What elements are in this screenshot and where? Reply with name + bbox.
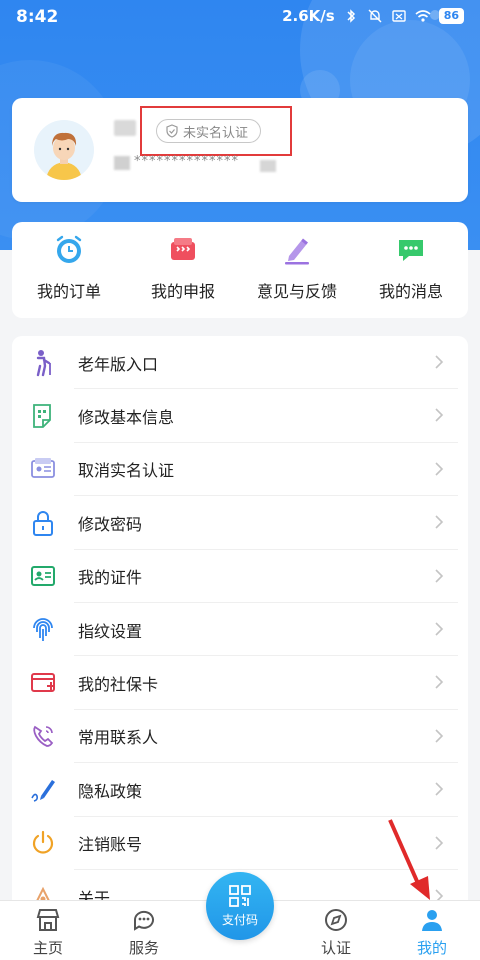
chevron-right-icon	[435, 675, 444, 689]
status-time: 8:42	[16, 7, 59, 27]
tab-label: 我的	[416, 939, 447, 957]
power-icon	[32, 831, 54, 854]
user-name-redacted	[114, 120, 136, 136]
id-card-icon	[31, 458, 55, 479]
tab-authentication[interactable]: 认证	[288, 901, 384, 960]
tab-home[interactable]: 主页	[0, 901, 96, 960]
menu-item-label: 修改密码	[78, 514, 143, 534]
id-number-masked: **************	[134, 154, 239, 169]
menu-item-label: 修改基本信息	[78, 408, 175, 428]
mute-icon	[368, 9, 382, 23]
menu-item-label: 指纹设置	[78, 621, 143, 641]
chevron-right-icon	[435, 729, 444, 743]
menu-item-label: 取消实名认证	[78, 461, 175, 481]
fingerprint-icon	[33, 617, 53, 641]
chat-icon	[399, 240, 423, 261]
id-prefix-redacted	[114, 156, 130, 170]
quick-item-label: 我的订单	[36, 282, 101, 301]
menu-item-label: 老年版入口	[78, 354, 159, 374]
menu-item-elderly-mode[interactable]: 老年版入口	[12, 336, 468, 390]
pay-code-button[interactable]: 支付码	[206, 872, 274, 940]
menu-item-social-security-card[interactable]: 我的社保卡	[12, 656, 468, 711]
menu-item-label: 注销账号	[78, 835, 143, 855]
status-bar: 8:42 2.6K/s 86	[0, 0, 480, 34]
menu-item-privacy-policy[interactable]: 隐私政策	[12, 763, 468, 817]
tab-label: 服务	[128, 939, 159, 957]
pencil-icon	[285, 238, 309, 265]
chevron-right-icon	[435, 568, 444, 583]
quick-actions: 我的订单 我的申报 意见与反馈 我的消息	[12, 222, 468, 318]
quick-item-feedback[interactable]: 意见与反馈	[240, 222, 354, 318]
pay-code-label: 支付码	[221, 913, 258, 927]
clock-icon	[56, 235, 82, 263]
menu-item-change-password[interactable]: 修改密码	[12, 496, 468, 550]
chevron-right-icon	[435, 782, 444, 796]
privacy-pen-icon	[31, 779, 55, 802]
quick-item-label: 我的申报	[150, 282, 215, 301]
chevron-right-icon	[435, 408, 444, 422]
profile-card[interactable]: 未实名认证 **************	[12, 98, 468, 202]
lock-icon	[33, 510, 53, 536]
menu-item-label: 我的证件	[78, 568, 143, 588]
menu-item-label: 我的社保卡	[78, 675, 159, 695]
tab-mine[interactable]: 我的	[384, 901, 480, 960]
menu-item-contacts[interactable]: 常用联系人	[12, 710, 468, 764]
edit-info-icon	[33, 404, 51, 428]
tab-services[interactable]: 服务	[96, 901, 192, 960]
service-icon	[133, 910, 154, 931]
quick-item-messages[interactable]: 我的消息	[354, 222, 468, 318]
avatar[interactable]	[34, 120, 94, 180]
quick-item-orders[interactable]: 我的订单	[12, 222, 126, 318]
tab-label: 认证	[320, 939, 351, 957]
user-avatar-illustration	[34, 120, 94, 180]
menu-item-edit-info[interactable]: 修改基本信息	[12, 389, 468, 444]
chevron-right-icon	[435, 355, 444, 369]
menu-item-label: 隐私政策	[78, 781, 143, 801]
quick-item-label: 我的消息	[378, 282, 443, 301]
quick-item-label: 意见与反馈	[256, 282, 337, 301]
id-suffix-redacted	[260, 160, 276, 172]
compass-icon	[325, 909, 347, 931]
menu-item-cancel-verification[interactable]: 取消实名认证	[12, 443, 468, 497]
tab-label: 主页	[32, 939, 63, 957]
annotation-arrow	[388, 819, 430, 900]
home-icon	[36, 909, 60, 931]
qr-code-icon	[229, 885, 251, 907]
certificate-icon	[31, 566, 55, 587]
wifi-icon	[415, 10, 431, 22]
phone-icon	[33, 726, 54, 748]
menu-item-fingerprint[interactable]: 指纹设置	[12, 603, 468, 657]
bluetooth-icon	[347, 9, 355, 23]
elderly-icon	[36, 349, 51, 376]
sim-icon	[391, 10, 406, 22]
user-icon	[422, 910, 442, 931]
highlight-annotation	[140, 106, 292, 156]
chevron-right-icon	[435, 622, 444, 636]
menu-item-label: 常用联系人	[78, 728, 159, 748]
declare-icon	[171, 238, 195, 260]
menu-item-my-certificates[interactable]: 我的证件	[12, 550, 468, 604]
chevron-right-icon	[435, 462, 444, 476]
chevron-right-icon	[435, 515, 444, 529]
battery-indicator: 86	[438, 8, 464, 24]
social-card-icon	[31, 673, 55, 693]
network-speed: 2.6K/s	[282, 7, 335, 25]
quick-item-declarations[interactable]: 我的申报	[126, 222, 240, 318]
